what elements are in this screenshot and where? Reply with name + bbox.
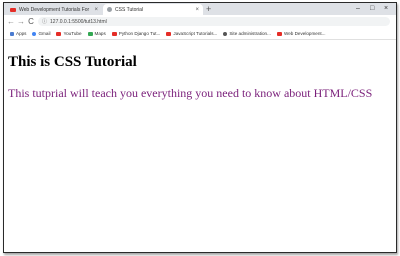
tab-title: CSS Tutorial xyxy=(115,6,144,13)
back-button[interactable]: ← xyxy=(6,15,16,28)
bookmark-label: Maps xyxy=(94,31,106,36)
window-close-button[interactable]: × xyxy=(384,4,388,14)
youtube-icon xyxy=(166,31,172,36)
address-bar[interactable]: ⓘ 127.0.0.1:5500/tut13.html xyxy=(38,17,390,26)
close-icon[interactable]: × xyxy=(195,7,199,13)
youtube-icon xyxy=(276,31,282,36)
page-content: This is CSS Tutorial This tutprial will … xyxy=(4,40,396,252)
bookmarks-bar: Apps Gmail YouTube Maps Python Django Tu… xyxy=(4,28,396,40)
forward-button[interactable]: → xyxy=(16,15,26,28)
page-paragraph: This tutprial will teach you everything … xyxy=(8,86,373,100)
google-icon xyxy=(32,31,37,36)
bookmark-web-development[interactable]: Web Development... xyxy=(276,31,326,36)
tab-title: Web Development Tutorials For xyxy=(19,6,90,13)
bookmark-label: JavaScript Tutorials... xyxy=(173,31,218,36)
bookmark-apps[interactable]: Apps xyxy=(10,31,26,36)
browser-window: Web Development Tutorials For × CSS Tuto… xyxy=(3,2,397,253)
page-heading: This is CSS Tutorial xyxy=(8,54,137,70)
tab-web-development[interactable]: Web Development Tutorials For × xyxy=(6,4,102,15)
toolbar: ← → C ⓘ 127.0.0.1:5500/tut13.html xyxy=(4,15,396,28)
globe-icon xyxy=(107,7,112,12)
info-icon[interactable]: ⓘ xyxy=(42,18,47,25)
bookmark-label: Site administration... xyxy=(229,31,271,36)
bookmark-youtube[interactable]: YouTube xyxy=(56,31,82,36)
bookmark-gmail[interactable]: Gmail xyxy=(32,31,50,36)
tab-css-tutorial[interactable]: CSS Tutorial × xyxy=(103,4,203,15)
youtube-icon xyxy=(56,31,62,36)
youtube-icon xyxy=(10,7,16,12)
maps-icon xyxy=(87,31,93,36)
bookmark-python-django[interactable]: Python Django Tut... xyxy=(111,31,161,36)
youtube-icon xyxy=(111,31,117,36)
bookmark-label: Python Django Tut... xyxy=(118,31,161,36)
bookmark-maps[interactable]: Maps xyxy=(87,31,106,36)
new-tab-button[interactable]: + xyxy=(206,4,211,14)
maximize-button[interactable]: □ xyxy=(370,4,374,14)
minimize-button[interactable]: – xyxy=(356,4,360,14)
bookmark-label: Gmail xyxy=(38,31,51,36)
close-icon[interactable]: × xyxy=(94,7,98,13)
url-text: 127.0.0.1:5500/tut13.html xyxy=(50,18,107,25)
globe-icon xyxy=(223,31,228,36)
bookmark-site-admin[interactable]: Site administration... xyxy=(223,31,271,36)
bookmark-label: Web Development... xyxy=(283,31,326,36)
tab-strip: Web Development Tutorials For × CSS Tuto… xyxy=(4,3,396,15)
bookmark-javascript[interactable]: JavaScript Tutorials... xyxy=(166,31,217,36)
bookmark-label: YouTube xyxy=(63,31,82,36)
reload-button[interactable]: C xyxy=(26,15,36,28)
apps-icon xyxy=(10,31,14,36)
bookmark-label: Apps xyxy=(16,31,27,36)
